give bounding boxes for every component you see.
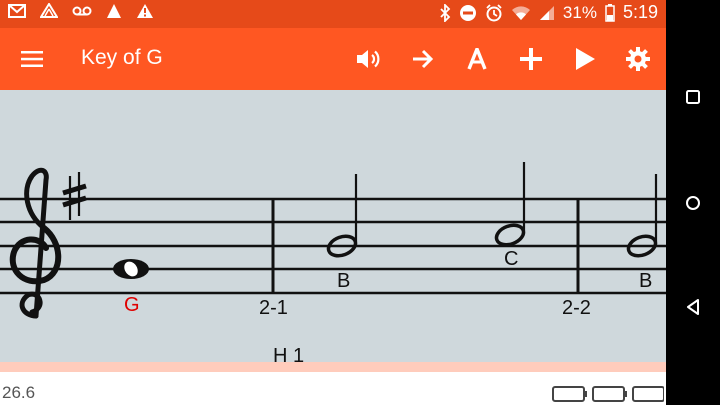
voicemail-icon	[72, 6, 92, 16]
drive-icon	[40, 3, 58, 18]
note-label: B	[337, 270, 351, 292]
add-icon[interactable]	[516, 44, 546, 74]
battery-outline-icon	[632, 386, 664, 402]
volume-icon[interactable]	[354, 44, 384, 74]
footer: 26.6	[0, 372, 666, 405]
sharp-icon	[62, 172, 87, 220]
battery-outline-icon	[552, 386, 587, 402]
page-title: Key of G	[81, 46, 163, 69]
note-half-c	[494, 162, 526, 247]
clock: 5:19	[622, 2, 658, 22]
battery-icon	[605, 3, 615, 22]
dnd-icon	[459, 4, 476, 21]
bluetooth-icon	[440, 3, 451, 22]
note-label: B	[639, 270, 653, 292]
battery-percent: 31%	[562, 2, 597, 22]
circle-nav-icon[interactable]	[678, 188, 708, 218]
play-icon[interactable]	[570, 44, 600, 74]
note-label: G	[124, 294, 140, 316]
status-bar: 31% 5:19	[0, 0, 666, 28]
font-a-icon[interactable]	[462, 44, 492, 74]
app-bar: Key of G	[0, 28, 666, 90]
system-nav-bar	[666, 0, 720, 405]
note-label: C	[504, 248, 519, 270]
note-whole-g	[113, 259, 149, 279]
progress-strip	[0, 362, 666, 372]
settings-icon[interactable]	[623, 44, 653, 74]
battery-outline-icon	[592, 386, 627, 402]
cell-signal-icon	[539, 5, 554, 20]
measure-label: 2-2	[562, 297, 591, 319]
section-label: H 1	[273, 345, 305, 362]
wifi-icon	[511, 5, 530, 20]
warning-icon	[137, 4, 153, 18]
signal-triangle-icon	[107, 4, 121, 18]
menu-icon[interactable]	[17, 44, 47, 74]
staff-lines	[0, 197, 666, 295]
music-score[interactable]: G B C B 2-1 2-2 H 1	[0, 90, 666, 362]
measure-label: 2-1	[259, 297, 288, 319]
arrow-right-icon[interactable]	[408, 44, 438, 74]
gmail-icon	[8, 4, 26, 18]
staff-svg	[0, 162, 666, 319]
alarm-icon	[486, 3, 502, 21]
back-triangle-icon[interactable]	[678, 292, 708, 322]
zoom-level: 26.6	[2, 383, 36, 402]
square-nav-icon[interactable]	[678, 82, 708, 112]
